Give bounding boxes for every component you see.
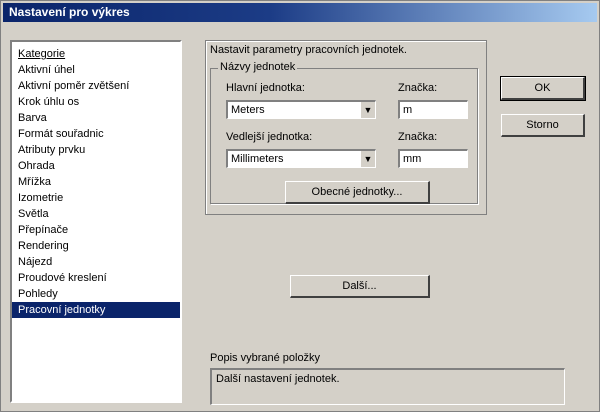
window-title: Nastavení pro výkres bbox=[3, 3, 597, 22]
category-item[interactable]: Pracovní jednotky bbox=[12, 302, 180, 318]
main-unit-select[interactable]: Meters ▼ bbox=[226, 100, 376, 119]
category-item[interactable]: Izometrie bbox=[12, 190, 180, 206]
main-unit-label: Hlavní jednotka: bbox=[226, 82, 305, 94]
category-item[interactable]: Aktivní poměr zvětšení bbox=[12, 78, 180, 94]
category-item[interactable]: Pohledy bbox=[12, 286, 180, 302]
category-item[interactable]: Světla bbox=[12, 206, 180, 222]
sub-symbol-label: Značka: bbox=[398, 131, 438, 143]
category-item[interactable]: Krok úhlu os bbox=[12, 94, 180, 110]
category-item[interactable]: Nájezd bbox=[12, 254, 180, 270]
category-list-header: Kategorie bbox=[18, 48, 66, 60]
category-item[interactable]: Rendering bbox=[12, 238, 180, 254]
sub-unit-select[interactable]: Millimeters ▼ bbox=[226, 149, 376, 168]
category-item[interactable]: Barva bbox=[12, 110, 180, 126]
main-symbol-input[interactable]: m bbox=[398, 100, 468, 119]
category-list[interactable]: Kategorie Aktivní úhel Aktivní poměr zvět… bbox=[10, 40, 182, 403]
category-item[interactable]: Přepínače bbox=[12, 222, 180, 238]
category-item[interactable]: Aktivní úhel bbox=[12, 62, 180, 78]
description-box: Další nastavení jednotek. bbox=[210, 368, 565, 405]
category-item[interactable]: Formát souřadnic bbox=[12, 126, 180, 142]
category-item[interactable]: Ohrada bbox=[12, 158, 180, 174]
panel-heading: Nastavit parametry pracovních jednotek. bbox=[210, 44, 407, 56]
main-unit-value: Meters bbox=[231, 104, 265, 116]
cancel-button[interactable]: Storno bbox=[501, 114, 585, 137]
unit-names-group-title: Názvy jednotek bbox=[218, 61, 298, 73]
sub-unit-label: Vedlejší jednotka: bbox=[226, 131, 313, 143]
sub-symbol-input[interactable]: mm bbox=[398, 149, 468, 168]
next-button[interactable]: Další... bbox=[290, 275, 430, 298]
category-item[interactable]: Mřížka bbox=[12, 174, 180, 190]
category-item[interactable]: Atributy prvku bbox=[12, 142, 180, 158]
custom-units-button[interactable]: Obecné jednotky... bbox=[285, 181, 430, 204]
category-item[interactable]: Proudové kreslení bbox=[12, 270, 180, 286]
description-label: Popis vybrané položky bbox=[210, 352, 321, 364]
ok-button[interactable]: OK bbox=[500, 76, 586, 101]
chevron-down-icon[interactable]: ▼ bbox=[360, 151, 375, 167]
chevron-down-icon[interactable]: ▼ bbox=[360, 102, 375, 118]
sub-unit-value: Millimeters bbox=[231, 153, 284, 165]
main-symbol-label: Značka: bbox=[398, 82, 438, 94]
